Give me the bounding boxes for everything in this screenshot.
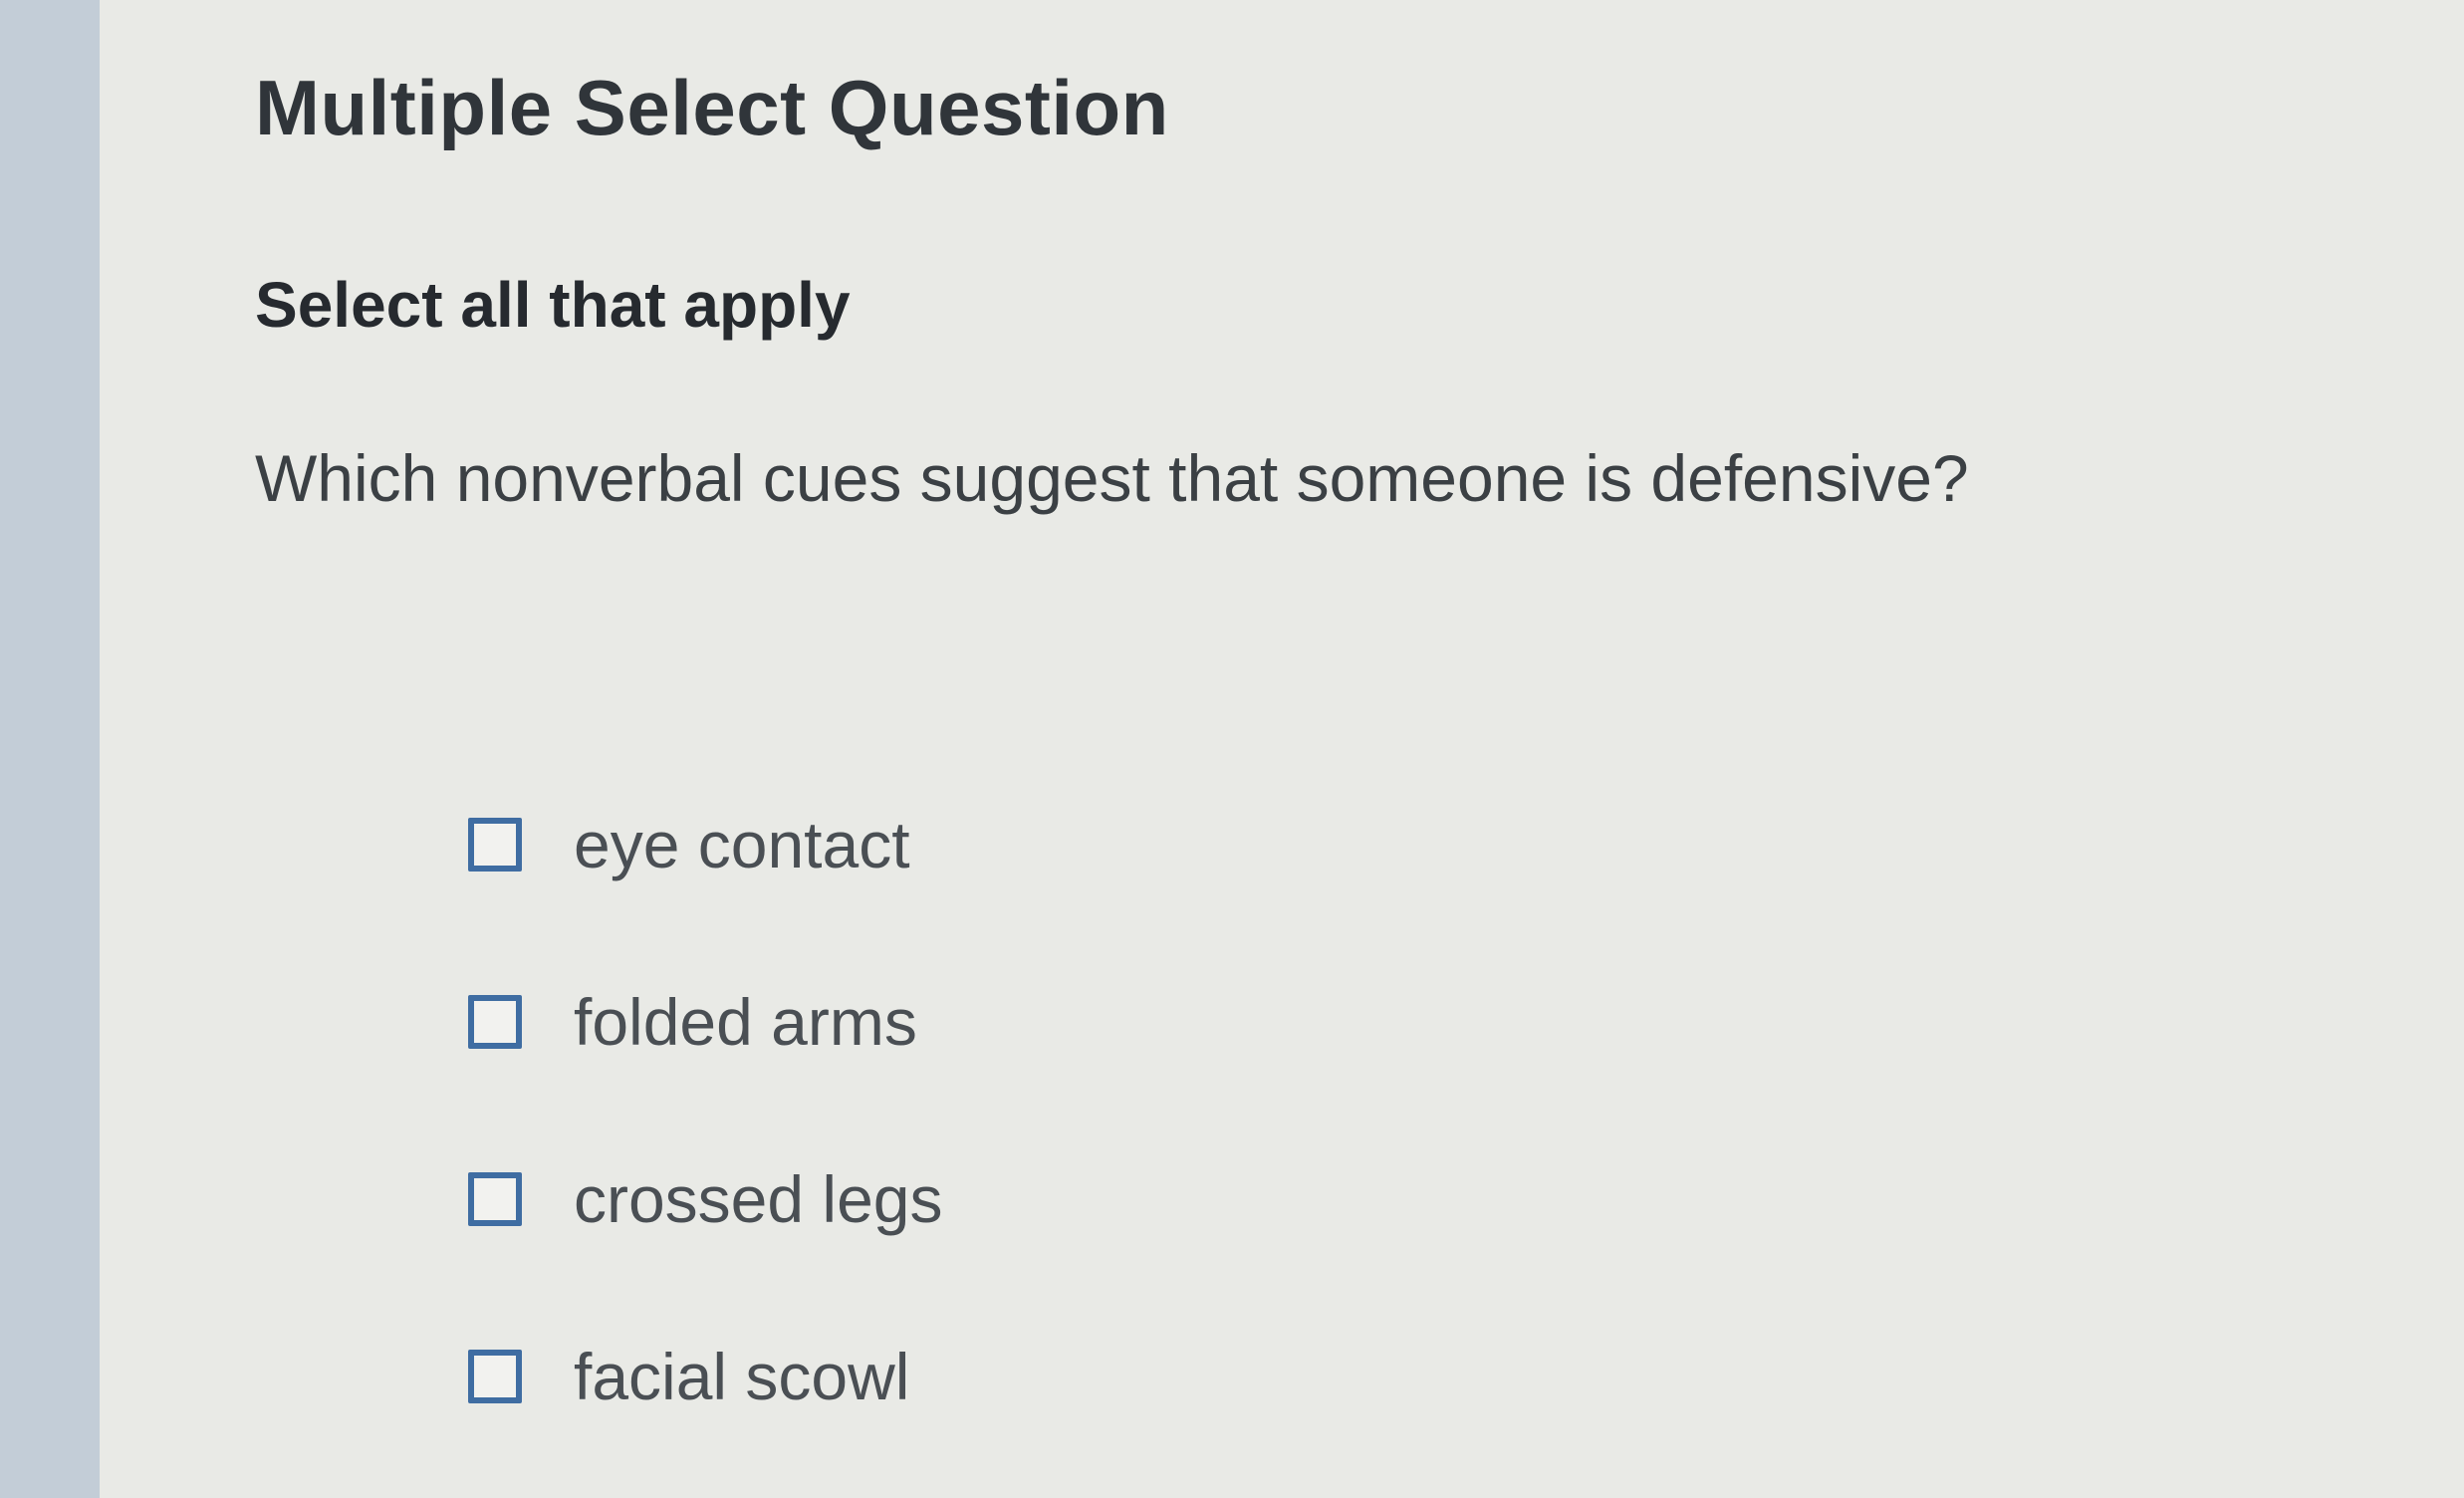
choice-folded-arms[interactable]: folded arms: [468, 961, 1862, 1138]
question-panel: Multiple Select Question Select all that…: [100, 0, 2464, 1498]
checkbox-folded-arms[interactable]: [468, 995, 522, 1049]
checkbox-eye-contact[interactable]: [468, 818, 522, 872]
question-prompt: Which nonverbal cues suggest that someon…: [255, 441, 1969, 515]
select-all-instruction: Select all that apply: [255, 269, 851, 341]
question-screen: Multiple Select Question Select all that…: [0, 0, 2464, 1498]
question-type-heading: Multiple Select Question: [255, 64, 1169, 151]
checkbox-crossed-legs[interactable]: [468, 1172, 522, 1226]
left-sidebar-strip: [0, 0, 102, 1498]
choice-label[interactable]: facial scowl: [574, 1339, 909, 1414]
choice-label[interactable]: folded arms: [574, 984, 917, 1060]
answer-choices: eye contact folded arms crossed legs fac…: [468, 784, 1862, 1493]
checkbox-facial-scowl[interactable]: [468, 1350, 522, 1403]
choice-eye-contact[interactable]: eye contact: [468, 784, 1862, 961]
choice-label[interactable]: crossed legs: [574, 1161, 943, 1237]
choice-crossed-legs[interactable]: crossed legs: [468, 1138, 1862, 1316]
choice-facial-scowl[interactable]: facial scowl: [468, 1316, 1862, 1493]
choice-label[interactable]: eye contact: [574, 807, 910, 882]
